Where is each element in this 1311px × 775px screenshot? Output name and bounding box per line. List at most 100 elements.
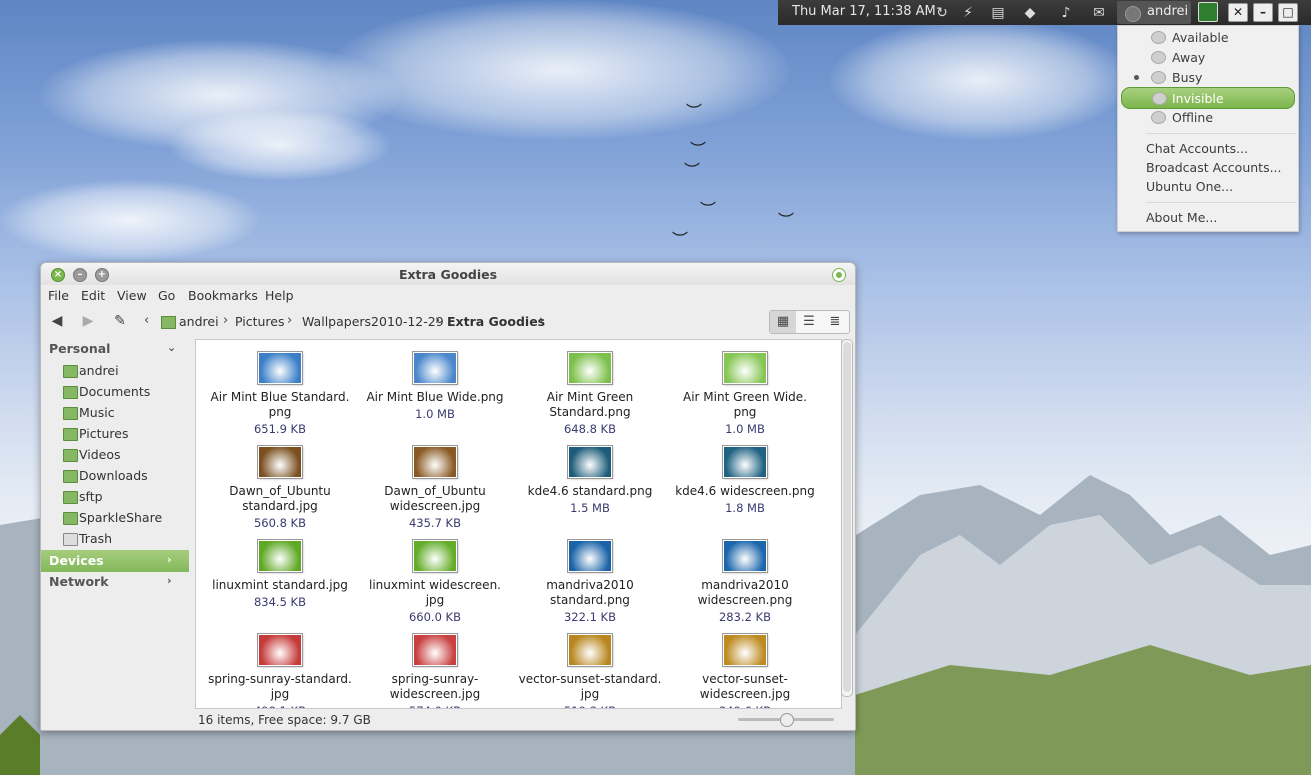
status-bubble-icon xyxy=(1151,31,1166,44)
file-item[interactable]: Air Mint Green Wide. png 1.0 MB xyxy=(667,351,823,436)
trash-icon xyxy=(63,533,78,546)
status-invisible[interactable]: Invisible xyxy=(1121,87,1295,109)
breadcrumb-left-icon[interactable]: ‹ xyxy=(144,313,149,328)
status-offline[interactable]: Offline xyxy=(1118,107,1298,127)
file-size: 322.1 KB xyxy=(563,610,616,624)
file-name: Dawn_of_Ubuntu widescreen.jpg xyxy=(384,484,486,513)
top-panel: Thu Mar 17, 11:38 AM ↻ ⚡ ▤ ◆ ♪ ✉ andrei … xyxy=(778,0,1311,25)
clipboard-icon[interactable]: ▤ xyxy=(988,3,1008,23)
menu-edit[interactable]: Edit xyxy=(81,288,105,303)
network-folder-icon xyxy=(63,491,78,504)
dropbox-icon[interactable]: ◆ xyxy=(1020,3,1040,23)
file-item[interactable]: Dawn_of_Ubuntu widescreen.jpg 435.7 KB xyxy=(357,445,513,530)
file-item[interactable]: mandriva2010 widescreen.png 283.2 KB xyxy=(667,539,823,624)
user-menu-button[interactable]: andrei xyxy=(1117,1,1191,24)
status-busy[interactable]: Busy xyxy=(1118,67,1298,87)
maximize-window-button[interactable]: □ xyxy=(1278,3,1298,22)
status-menu: Available Away Busy Invisible Offline Ch… xyxy=(1117,25,1299,232)
file-item[interactable]: kde4.6 widescreen.png 1.8 MB xyxy=(667,445,823,515)
icon-view-icon[interactable]: ▦ xyxy=(770,311,796,333)
breadcrumb-pictures[interactable]: Pictures xyxy=(235,314,285,329)
file-item[interactable]: linuxmint standard.jpg 834.5 KB xyxy=(202,539,358,609)
file-name: spring-sunray-standard. jpg xyxy=(208,672,352,701)
documents-folder-icon xyxy=(63,386,78,399)
file-item[interactable]: mandriva2010 standard.png 322.1 KB xyxy=(512,539,668,624)
menu-go[interactable]: Go xyxy=(158,288,175,303)
status-label: Available xyxy=(1172,30,1229,45)
minimize-window-button[interactable]: – xyxy=(1253,3,1273,22)
back-icon[interactable]: ◀ xyxy=(47,311,67,331)
breadcrumb-extra-goodies[interactable]: Extra Goodies xyxy=(447,314,545,329)
status-text: 16 items, Free space: 9.7 GB xyxy=(198,713,371,727)
volume-icon[interactable]: ♪ xyxy=(1056,3,1076,23)
zoom-slider-knob[interactable] xyxy=(780,713,794,727)
sidebar-item-label: sftp xyxy=(79,489,103,504)
about-me-item[interactable]: About Me... xyxy=(1146,210,1217,225)
breadcrumb-right-icon[interactable]: › xyxy=(539,313,544,328)
file-icon-view[interactable]: Air Mint Blue Standard. png 651.9 KB Air M… xyxy=(195,339,842,709)
titlebar[interactable]: × – + Extra Goodies xyxy=(41,263,855,285)
sidebar-item-label: Music xyxy=(79,405,115,420)
breadcrumb-andrei[interactable]: andrei xyxy=(179,314,219,329)
sidebar-header-personal[interactable]: Personal ⌄ xyxy=(49,341,176,356)
file-name: vector-sunset- widescreen.jpg xyxy=(699,672,791,701)
status-available[interactable]: Available xyxy=(1118,27,1298,47)
image-thumbnail xyxy=(412,633,458,667)
clock[interactable]: Thu Mar 17, 11:38 AM xyxy=(792,4,936,19)
file-name: vector-sunset-standard. jpg xyxy=(518,672,662,701)
file-size: 660.0 KB xyxy=(408,610,461,624)
monitor-icon[interactable] xyxy=(1198,2,1218,22)
image-thumbnail xyxy=(722,539,768,573)
file-item[interactable]: vector-sunset- widescreen.jpg 349.6 KB xyxy=(667,633,823,708)
file-item[interactable]: Air Mint Green Standard.png 648.8 KB xyxy=(512,351,668,436)
file-item[interactable]: linuxmint widescreen. jpg 660.0 KB xyxy=(357,539,513,624)
radio-dot-icon xyxy=(1134,75,1139,80)
menu-file[interactable]: File xyxy=(48,288,69,303)
file-name: linuxmint standard.jpg xyxy=(212,578,348,592)
sidebar-header-network[interactable]: Network › xyxy=(49,574,172,589)
sidebar-header-label: Personal xyxy=(49,341,111,356)
menu-bookmarks[interactable]: Bookmarks xyxy=(188,288,258,303)
file-size: 651.9 KB xyxy=(253,422,306,436)
file-item[interactable]: vector-sunset-standard. jpg 519.8 KB xyxy=(512,633,668,708)
window-menu-icon[interactable] xyxy=(832,268,846,282)
broadcast-accounts-item[interactable]: Broadcast Accounts... xyxy=(1146,160,1282,175)
scrollbar[interactable] xyxy=(841,339,853,697)
file-item[interactable]: spring-sunray-standard. jpg 498.1 KB xyxy=(202,633,358,708)
status-label: Away xyxy=(1172,50,1206,65)
sidebar-header-label: Devices xyxy=(49,553,104,568)
chat-accounts-item[interactable]: Chat Accounts... xyxy=(1146,141,1248,156)
status-away[interactable]: Away xyxy=(1118,47,1298,67)
sidebar: Personal ⌄ andrei Documents Music Pictur… xyxy=(41,336,191,708)
forward-icon[interactable]: ▶ xyxy=(78,311,98,331)
file-size: 1.5 MB xyxy=(570,501,610,515)
menu-help[interactable]: Help xyxy=(265,288,294,303)
breadcrumb-wallpapers[interactable]: Wallpapers2010-12-29 xyxy=(302,314,444,329)
image-thumbnail xyxy=(567,539,613,573)
breadcrumb-separator-icon: › xyxy=(435,313,441,328)
file-item[interactable]: spring-sunray- widescreen.jpg 574.0 KB xyxy=(357,633,513,708)
menu-view[interactable]: View xyxy=(117,288,147,303)
sidebar-header-devices[interactable]: Devices › xyxy=(41,550,189,572)
bird: ︶ xyxy=(672,230,689,249)
file-item[interactable]: Air Mint Blue Wide.png 1.0 MB xyxy=(357,351,513,421)
close-window-button[interactable]: ✕ xyxy=(1228,3,1248,22)
file-item[interactable]: Air Mint Blue Standard. png 651.9 KB xyxy=(202,351,358,436)
list-view-icon[interactable]: ☰ xyxy=(796,311,822,333)
image-thumbnail xyxy=(257,633,303,667)
bird: ︶ xyxy=(686,102,703,121)
file-item[interactable]: kde4.6 standard.png 1.5 MB xyxy=(512,445,668,515)
compact-view-icon[interactable]: ≣ xyxy=(822,311,848,333)
file-name: mandriva2010 widescreen.png xyxy=(697,578,793,607)
ubuntu-one-item[interactable]: Ubuntu One... xyxy=(1146,179,1233,194)
image-thumbnail xyxy=(257,445,303,479)
mail-icon[interactable]: ✉ xyxy=(1089,3,1109,23)
file-size: 1.0 MB xyxy=(725,422,765,436)
edit-location-icon[interactable]: ✎ xyxy=(110,311,130,331)
scrollbar-thumb[interactable] xyxy=(843,342,851,692)
file-item[interactable]: Dawn_of_Ubuntu standard.jpg 560.8 KB xyxy=(202,445,358,530)
network-icon[interactable]: ⚡ xyxy=(958,3,978,23)
file-size: 283.2 KB xyxy=(718,610,771,624)
image-thumbnail xyxy=(412,351,458,385)
sync-icon[interactable]: ↻ xyxy=(932,3,952,23)
